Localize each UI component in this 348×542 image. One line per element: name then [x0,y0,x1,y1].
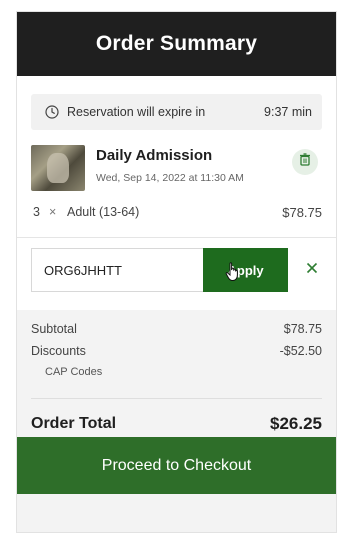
checkout-button-label: Proceed to Checkout [101,456,252,474]
totals-section: Subtotal $78.75 Discounts -$52.50 CAP Co… [17,310,336,532]
close-icon [306,261,318,279]
item-date: Wed, Sep 14, 2022 at 11:30 AM [96,172,244,184]
order-summary-header: Order Summary [17,12,336,76]
order-total-label: Order Total [31,415,117,432]
checkout-button[interactable]: Proceed to Checkout [17,437,336,494]
divider [17,237,336,238]
order-total-value: $26.25 [270,414,322,433]
subtotal-row: Subtotal $78.75 [31,322,322,344]
discounts-row: Discounts -$52.50 [31,344,322,366]
discounts-label: Discounts [31,344,86,358]
cap-codes-label: CAP Codes [45,366,103,378]
page-title: Order Summary [95,32,258,55]
discounts-value: -$52.50 [279,344,322,358]
apply-button[interactable]: Apply [203,248,289,292]
remove-item-button[interactable] [292,149,318,175]
ticket-type: Adult (13-64) [67,205,140,219]
subtotal-label: Subtotal [31,322,77,336]
clear-promo-button[interactable] [302,260,322,280]
ticket-quantity: 3 [33,205,40,219]
hand-cursor-icon [225,262,241,282]
promo-code-input[interactable] [31,248,203,292]
trash-icon [299,153,311,171]
cart-item: Daily Admission Wed, Sep 14, 2022 at 11:… [31,145,322,193]
clock-icon [45,105,59,119]
reservation-timer: Reservation will expire in 9:37 min [31,94,322,130]
ticket-line: 3 × Adult (13-64) $78.75 [33,201,322,223]
reservation-label: Reservation will expire in [67,105,206,119]
ticket-times: × [49,205,57,219]
subtotal-value: $78.75 [283,322,322,336]
reservation-time: 9:37 min [264,105,312,119]
order-summary-card: Order Summary Reservation will expire in… [16,11,337,533]
item-thumbnail [31,145,85,191]
cap-codes-row: CAP Codes [31,366,322,386]
item-title: Daily Admission [96,147,213,164]
ticket-price: $78.75 [282,204,322,220]
promo-code-row: Apply [31,248,322,292]
